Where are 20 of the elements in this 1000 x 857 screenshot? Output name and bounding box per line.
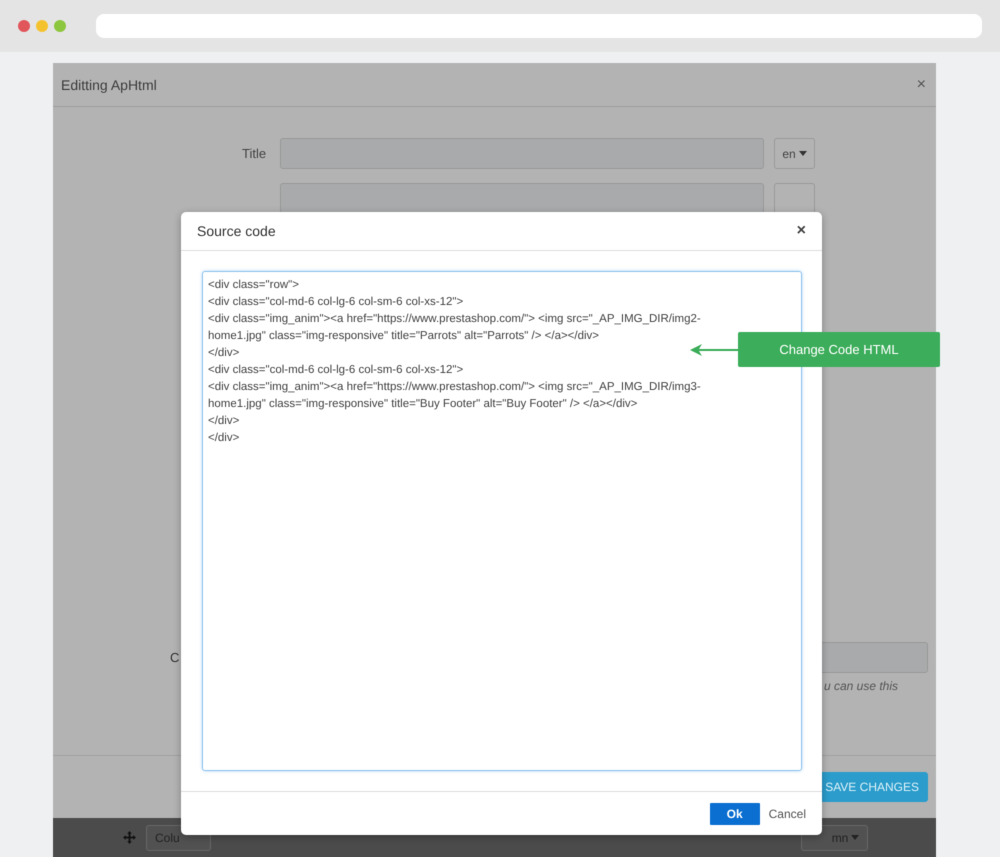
caret-icon xyxy=(798,151,807,156)
close-window-icon[interactable] xyxy=(18,20,30,32)
cancel-button[interactable]: Cancel xyxy=(768,806,806,820)
modal-title: Editting ApHtml xyxy=(61,76,157,92)
move-icon[interactable] xyxy=(123,831,136,844)
field-label: C xyxy=(170,650,180,665)
maximize-window-icon[interactable] xyxy=(54,20,66,32)
callout-label: Change Code HTML xyxy=(738,332,940,367)
caret-icon xyxy=(851,835,860,840)
dialog-title: Source code xyxy=(197,223,276,239)
minimize-window-icon[interactable] xyxy=(36,20,48,32)
help-text: u can use this xyxy=(824,679,898,693)
field-label: Title xyxy=(242,146,268,161)
close-button[interactable]: × xyxy=(796,222,806,240)
ok-button[interactable]: Ok xyxy=(710,802,760,824)
title-field[interactable] xyxy=(280,138,764,169)
arrow-icon xyxy=(690,343,740,357)
editor-field[interactable] xyxy=(280,183,764,214)
language-dropdown[interactable]: en xyxy=(774,138,815,169)
close-button[interactable]: × xyxy=(916,76,926,94)
